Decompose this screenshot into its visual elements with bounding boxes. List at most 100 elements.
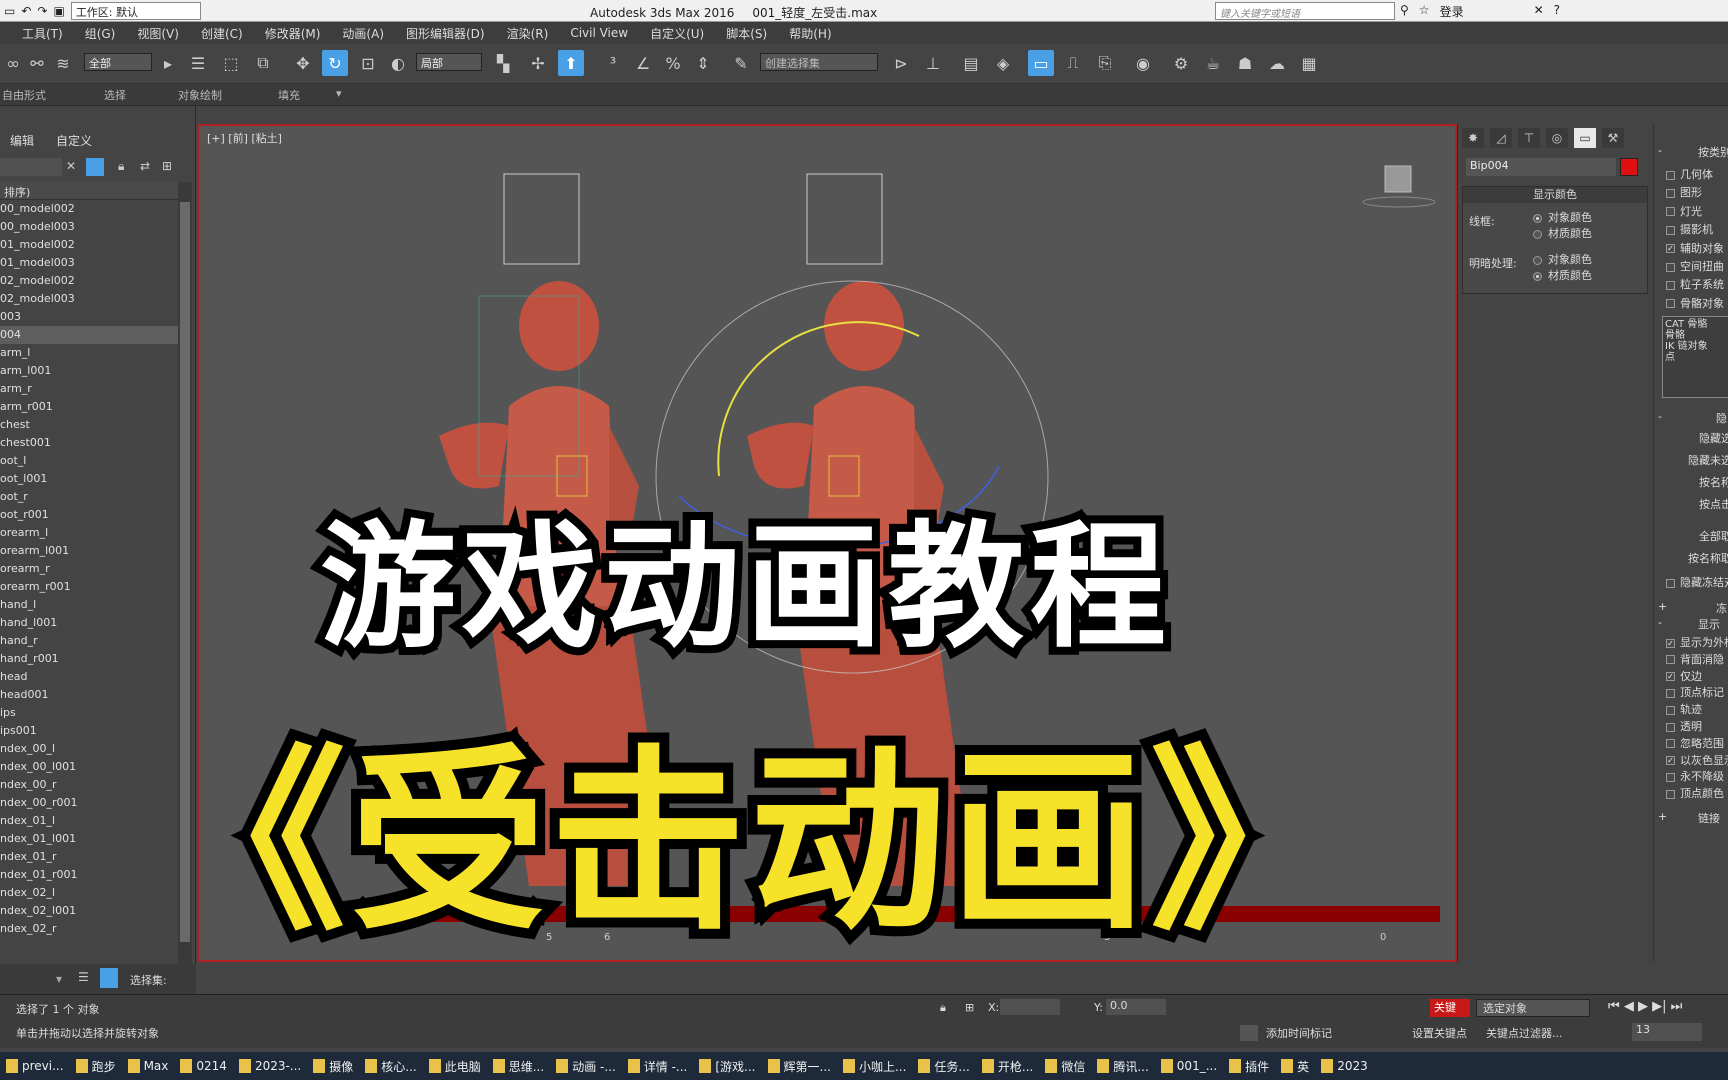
- binoculars-icon[interactable]: ⚲: [1400, 3, 1409, 20]
- list-item[interactable]: 003: [0, 308, 178, 326]
- mirror-icon[interactable]: ⊳: [888, 50, 914, 76]
- open-icon[interactable]: ▭: [4, 4, 15, 18]
- category-checkbox[interactable]: 图形: [1666, 184, 1702, 200]
- edit-named-sets-icon[interactable]: ✎: [728, 50, 754, 76]
- menu-item-group[interactable]: 组(G): [74, 25, 127, 42]
- list-item[interactable]: 004: [0, 326, 178, 344]
- auto-key-button[interactable]: 关键: [1430, 999, 1470, 1017]
- rollout-toggle-icon[interactable]: +: [1658, 600, 1667, 613]
- layers-icon[interactable]: ☰: [78, 970, 89, 984]
- list-item[interactable]: IK 链对象: [1665, 341, 1728, 352]
- redo-icon[interactable]: ↷: [37, 4, 47, 18]
- schematic-view-icon[interactable]: ⎘: [1092, 50, 1118, 76]
- freeze-title[interactable]: 冻: [1716, 600, 1727, 616]
- link-icon[interactable]: ∞: [0, 50, 26, 76]
- hierarchy-icon[interactable]: ⊞: [162, 159, 172, 173]
- list-item[interactable]: oot_l: [0, 452, 178, 470]
- search-input[interactable]: 键入关键字或短语: [1215, 2, 1395, 20]
- list-item[interactable]: hand_r001: [0, 650, 178, 668]
- list-item[interactable]: chest001: [0, 434, 178, 452]
- toggle-scene-explorer-icon[interactable]: ▤: [958, 50, 984, 76]
- undo-icon[interactable]: ↶: [21, 4, 31, 18]
- taskbar-item[interactable]: 思维...: [487, 1052, 550, 1080]
- list-item[interactable]: orearm_l: [0, 524, 178, 542]
- taskbar-item[interactable]: 英: [1275, 1052, 1315, 1080]
- list-item[interactable]: 00_model003: [0, 218, 178, 236]
- render-cloud-icon[interactable]: ☁: [1264, 50, 1290, 76]
- star-icon[interactable]: ☆: [1419, 3, 1430, 20]
- category-checkbox[interactable]: 骨骼对象: [1666, 295, 1724, 311]
- list-item[interactable]: orearm_l001: [0, 542, 178, 560]
- menu-item-animation[interactable]: 动画(A): [331, 25, 395, 42]
- percent-snap-icon[interactable]: %: [660, 50, 686, 76]
- display-option-checkbox[interactable]: 轨迹: [1666, 701, 1702, 717]
- menu-item-rendering[interactable]: 渲染(R): [496, 25, 560, 42]
- taskbar-item[interactable]: 2023-...: [233, 1052, 307, 1080]
- key-filters-button[interactable]: 关键点过滤器...: [1486, 1025, 1563, 1041]
- display-option-checkbox[interactable]: ✓以灰色显示: [1666, 752, 1728, 768]
- rollout-toggle-icon[interactable]: -: [1658, 144, 1662, 157]
- category-checkbox[interactable]: 粒子系统: [1666, 276, 1724, 292]
- list-item[interactable]: orearm_r001: [0, 578, 178, 596]
- ribbon-tab-populate[interactable]: 填充: [278, 84, 300, 103]
- list-item[interactable]: arm_l001: [0, 362, 178, 380]
- taskbar-item[interactable]: [游戏...: [693, 1052, 761, 1080]
- category-checkbox[interactable]: 几何体: [1666, 166, 1713, 182]
- hide-frozen-checkbox[interactable]: 隐藏冻结对: [1666, 574, 1728, 590]
- wire-material-color-radio[interactable]: 材质颜色: [1533, 225, 1592, 241]
- taskbar-item[interactable]: 0214: [174, 1052, 233, 1080]
- modify-tab-icon[interactable]: ◿: [1490, 128, 1512, 148]
- a360-icon[interactable]: ▦: [1296, 50, 1322, 76]
- list-item[interactable]: chest: [0, 416, 178, 434]
- playback-controls[interactable]: ⏮ ◀ ▶ ▶| ⏭: [1608, 999, 1682, 1014]
- hide-button[interactable]: 全部取: [1666, 528, 1728, 544]
- pivot-icon[interactable]: ▚: [490, 50, 516, 76]
- shaded-material-color-radio[interactable]: 材质颜色: [1533, 267, 1592, 283]
- x-coord-field[interactable]: [1000, 999, 1060, 1015]
- material-editor-icon[interactable]: ◉: [1130, 50, 1156, 76]
- category-checkbox[interactable]: 灯光: [1666, 203, 1702, 219]
- taskbar-item[interactable]: 摄像: [307, 1052, 359, 1080]
- lock-icon[interactable]: 🔒︎: [118, 159, 124, 174]
- menu-item-help[interactable]: 帮助(H): [778, 25, 842, 42]
- list-item[interactable]: 01_model002: [0, 236, 178, 254]
- list-item[interactable]: 02_model003: [0, 290, 178, 308]
- bind-spacewarp-icon[interactable]: ≋: [50, 50, 76, 76]
- align-icon[interactable]: ⊥: [920, 50, 946, 76]
- taskbar-item[interactable]: 跑步: [70, 1052, 122, 1080]
- list-item[interactable]: head001: [0, 686, 178, 704]
- object-name-field[interactable]: Bip004: [1466, 158, 1616, 176]
- display-option-checkbox[interactable]: 透明: [1666, 718, 1702, 734]
- layer-explorer-icon[interactable]: ◈: [990, 50, 1016, 76]
- key-mode-dropdown[interactable]: 选定对象: [1476, 999, 1590, 1017]
- manipulate-icon[interactable]: ✢: [525, 50, 551, 76]
- display-option-checkbox[interactable]: 永不降级: [1666, 768, 1724, 784]
- tab-edit[interactable]: 编辑: [10, 132, 34, 149]
- link-display-title[interactable]: 链接: [1698, 810, 1720, 826]
- display-option-checkbox[interactable]: 顶点标记: [1666, 684, 1724, 700]
- filter-icon[interactable]: [86, 158, 104, 176]
- hide-title[interactable]: 隐: [1716, 410, 1727, 426]
- list-item[interactable]: oot_l001: [0, 470, 178, 488]
- list-item[interactable]: orearm_r: [0, 560, 178, 578]
- object-color-swatch[interactable]: [1620, 158, 1638, 176]
- list-item[interactable]: ips: [0, 704, 178, 722]
- window-crossing-icon[interactable]: ⧉: [250, 50, 276, 76]
- y-coord-field[interactable]: 0.0: [1106, 999, 1166, 1015]
- dropdown-arrow-icon[interactable]: ▾: [56, 972, 62, 986]
- taskbar-item[interactable]: 任务...: [912, 1052, 975, 1080]
- keyboard-shortcut-icon[interactable]: ⬆: [558, 50, 584, 76]
- display-tab-icon[interactable]: ▭: [1574, 128, 1596, 148]
- ribbon-toggle-icon[interactable]: ▭: [1028, 50, 1054, 76]
- scale-icon[interactable]: ⊡: [355, 50, 381, 76]
- list-item[interactable]: arm_r001: [0, 398, 178, 416]
- taskbar-item[interactable]: 详情 -...: [622, 1052, 694, 1080]
- lock-selection-icon[interactable]: 🔒︎: [940, 1001, 946, 1015]
- rollout-toggle-icon[interactable]: +: [1658, 810, 1667, 823]
- hide-button[interactable]: 隐藏选: [1666, 430, 1728, 446]
- rollout-title[interactable]: 显示颜色: [1463, 187, 1647, 203]
- rotate-icon[interactable]: ↻: [322, 50, 348, 76]
- ribbon-tab-selection[interactable]: 选择: [104, 84, 126, 103]
- list-item[interactable]: 02_model002: [0, 272, 178, 290]
- rect-selection-icon[interactable]: ⬚: [218, 50, 244, 76]
